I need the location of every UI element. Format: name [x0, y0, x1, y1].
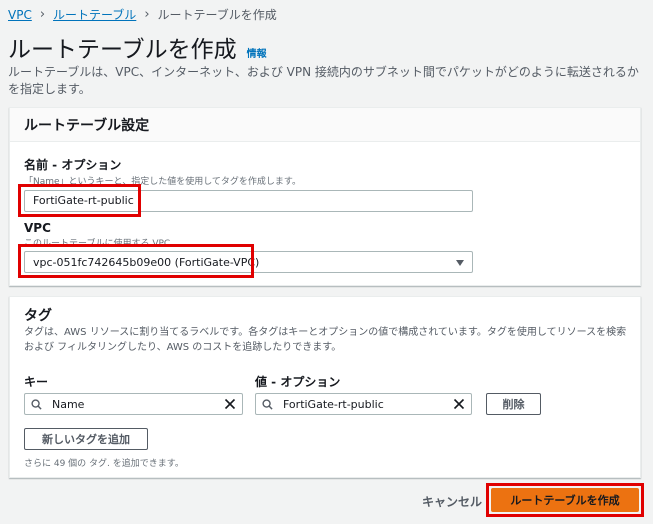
info-link[interactable]: 情報 [247, 45, 267, 60]
name-label: 名前 - オプション [24, 158, 122, 172]
tags-remaining: さらに 49 個の タグ. を追加できます。 [24, 459, 184, 469]
name-hint: 「Name」というキーと、指定した値を使用してタグを作成します。 [24, 177, 302, 187]
name-input[interactable]: FortiGate-rt-public [24, 190, 473, 212]
tags-panel: タグ タグは、AWS リソースに割り当てるラベルです。各タグはキーとオプションの… [9, 296, 641, 478]
search-icon [31, 398, 42, 410]
settings-panel-header: ルートテーブル設定 [10, 108, 640, 142]
tag-value-input[interactable]: FortiGate-rt-public [255, 393, 472, 415]
breadcrumb: VPC › ルートテーブル › ルートテーブルを作成 [8, 6, 277, 23]
tag-key-input[interactable]: Name [24, 393, 243, 415]
tag-value-label: 値 - オプション [255, 375, 341, 389]
cancel-button[interactable]: キャンセル [422, 493, 482, 510]
clear-icon[interactable] [224, 398, 236, 410]
search-icon [262, 398, 273, 410]
vpc-select[interactable]: vpc-051fc742645b09e00 (FortiGate-VPC) [24, 251, 473, 273]
chevron-right-icon: › [144, 7, 150, 22]
add-tag-button[interactable]: 新しいタグを追加 [24, 428, 148, 450]
chevron-right-icon: › [39, 7, 46, 22]
clear-icon[interactable] [453, 398, 465, 410]
name-input-value: FortiGate-rt-public [33, 194, 134, 207]
vpc-hint: このルートテーブルに使用する VPC。 [24, 239, 180, 249]
tag-key-value: Name [52, 397, 85, 411]
remove-tag-button[interactable]: 削除 [486, 393, 541, 415]
tags-title: タグ [24, 308, 52, 324]
vpc-select-value: vpc-051fc742645b09e00 (FortiGate-VPC) [33, 256, 260, 269]
tag-key-label: キー [24, 375, 49, 389]
page-description: ルートテーブルは、VPC、インターネット、および VPN 接続内のサブネット間で… [8, 65, 639, 96]
title-row: ルートテーブルを作成 情報 [8, 30, 267, 64]
tags-description: タグは、AWS リソースに割り当てるラベルです。各タグはキーとオプションの値で構… [24, 327, 627, 353]
caret-down-icon [456, 260, 464, 266]
tag-value-value: FortiGate-rt-public [283, 397, 384, 411]
breadcrumb-current: ルートテーブルを作成 [157, 8, 277, 22]
vpc-label: VPC [24, 221, 51, 235]
page-title: ルートテーブルを作成 [8, 37, 237, 63]
create-route-table-button[interactable]: ルートテーブルを作成 [491, 488, 639, 512]
breadcrumb-vpc[interactable]: VPC [8, 8, 32, 22]
route-table-settings-panel: ルートテーブル設定 名前 - オプション 「Name」というキーと、指定した値を… [9, 107, 641, 286]
breadcrumb-route-tables[interactable]: ルートテーブル [53, 6, 136, 23]
